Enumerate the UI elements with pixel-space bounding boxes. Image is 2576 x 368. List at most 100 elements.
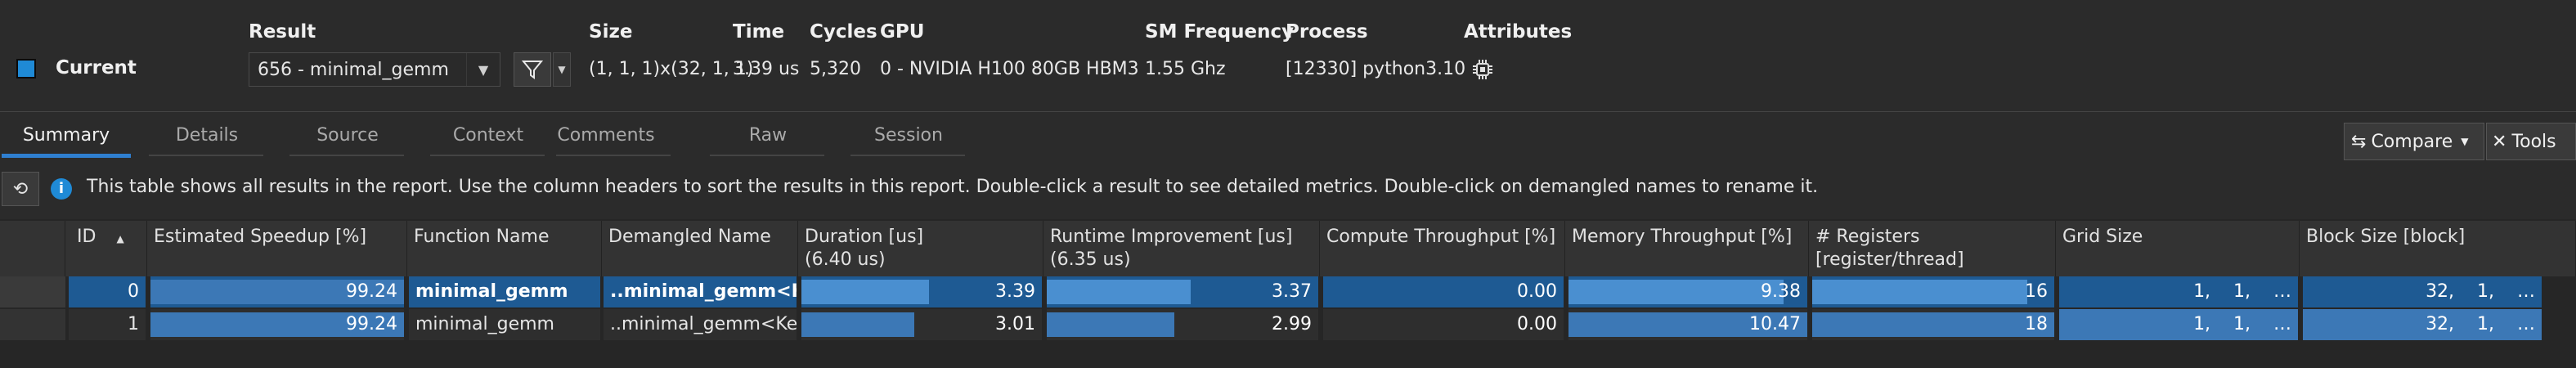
compare-label: Compare (2371, 131, 2453, 152)
col-header-runtime[interactable]: Runtime Improvement [us] (6.35 us) (1043, 221, 1320, 276)
active-tab-indicator (2, 154, 131, 158)
col-header-memory[interactable]: Memory Throughput [%] (1565, 221, 1809, 276)
current-color-swatch (16, 59, 36, 79)
duration-bar (801, 312, 914, 337)
info-icon: i (51, 178, 72, 200)
col-header-function[interactable]: Function Name (407, 221, 602, 276)
result-dropdown[interactable]: 656 - minimal_gemm ▼ (249, 52, 500, 87)
cell-runtime[interactable]: 2.99 (1047, 309, 1318, 340)
refresh-button[interactable]: ⟲ (2, 172, 39, 206)
tab-session[interactable]: Session (842, 121, 975, 154)
table-row[interactable]: 1 99.24 minimal_gemm ..minimal_gemm<Ke… … (0, 309, 2576, 340)
attributes-label: Attributes (1464, 21, 1573, 43)
cell-compute[interactable]: 0.00 (1323, 309, 1564, 340)
time-value: 3.39 us (733, 59, 800, 79)
cell-compute-value: 0.00 (1517, 314, 1557, 334)
col-header-id[interactable]: ID ▲ (65, 221, 147, 276)
cell-runtime-value: 2.99 (1272, 314, 1312, 334)
process-label: Process (1286, 21, 1368, 43)
cell-memory[interactable]: 10.47 (1568, 309, 1807, 340)
col-header-registers-label: # Registers [register/thread] (1815, 227, 1964, 270)
row-header[interactable] (0, 276, 65, 307)
col-header-compute-label: Compute Throughput [%] (1326, 227, 1556, 247)
cell-duration-value: 3.01 (995, 314, 1035, 334)
cell-runtime[interactable]: 3.37 (1047, 276, 1318, 307)
process-value: [12330] python3.10 (1286, 59, 1466, 79)
cell-duration[interactable]: 3.01 (801, 309, 1042, 340)
table-row[interactable]: 0 99.24 minimal_gemm ..minimal_gemm<K… 3… (0, 276, 2576, 307)
sm-frequency-label: SM Frequency (1145, 21, 1295, 43)
col-header-function-label: Function Name (414, 227, 550, 247)
result-dropdown-value: 656 - minimal_gemm (258, 59, 449, 80)
compare-button[interactable]: ⇆ Compare ▼ (2344, 123, 2484, 160)
chevron-down-icon[interactable]: ▼ (466, 53, 500, 86)
registers-bar (1812, 312, 2054, 337)
size-label: Size (589, 21, 633, 43)
cell-registers-value: 18 (2025, 314, 2048, 334)
cell-grid-size[interactable]: 1, 1, … (2059, 309, 2298, 340)
cell-duration-value: 3.39 (995, 281, 1035, 302)
tab-raw[interactable]: Raw (702, 121, 834, 154)
col-header-demangled[interactable]: Demangled Name (602, 221, 798, 276)
tab-source[interactable]: Source (281, 121, 414, 154)
filter-button[interactable] (514, 52, 551, 87)
cell-registers-value: 16 (2025, 281, 2048, 302)
col-header-registers[interactable]: # Registers [register/thread] (1809, 221, 2056, 276)
col-header-block-size-label: Block Size [block] (2306, 227, 2466, 247)
tab-summary[interactable]: Summary (0, 121, 132, 154)
row-header-corner (0, 221, 65, 276)
col-header-id-label: ID (77, 227, 96, 247)
cell-id[interactable]: 1 (69, 309, 146, 340)
sort-ascending-icon: ▲ (116, 233, 124, 245)
cell-speedup-value: 99.24 (346, 281, 397, 302)
col-header-duration-total: (6.40 us) (805, 249, 886, 270)
tab-divider (850, 155, 965, 156)
col-header-grid-size[interactable]: Grid Size (2056, 221, 2300, 276)
gpu-value: 0 - NVIDIA H100 80GB HBM3 (880, 59, 1139, 79)
sm-frequency-value: 1.55 Ghz (1145, 59, 1226, 79)
cycles-value: 5,320 (810, 59, 861, 79)
cell-memory[interactable]: 9.38 (1568, 276, 1807, 307)
col-header-compute[interactable]: Compute Throughput [%] (1320, 221, 1565, 276)
tab-divider (556, 155, 671, 156)
col-header-demangled-label: Demangled Name (608, 227, 771, 247)
tab-context[interactable]: Context (422, 121, 554, 154)
tab-comments[interactable]: Comments (540, 121, 672, 154)
filter-options-chevron-icon[interactable]: ▼ (553, 52, 571, 87)
col-header-duration-label: Duration [us] (805, 227, 924, 247)
cell-id[interactable]: 0 (69, 276, 146, 307)
cell-block-size[interactable]: 32, 1, … (2303, 276, 2542, 307)
cell-registers[interactable]: 18 (1812, 309, 2054, 340)
time-label: Time (733, 21, 785, 43)
refresh-icon: ⟲ (12, 178, 29, 200)
col-header-grid-size-label: Grid Size (2062, 227, 2143, 247)
col-header-speedup[interactable]: Estimated Speedup [%] (147, 221, 407, 276)
result-label: Result (249, 21, 316, 43)
cell-function[interactable]: minimal_gemm (409, 309, 600, 340)
cell-compute[interactable]: 0.00 (1323, 276, 1564, 307)
col-header-speedup-label: Estimated Speedup [%] (154, 227, 367, 247)
cell-duration[interactable]: 3.39 (801, 276, 1042, 307)
cell-block-size[interactable]: 32, 1, … (2303, 309, 2542, 340)
cell-compute-value: 0.00 (1517, 281, 1557, 302)
tab-details[interactable]: Details (141, 121, 273, 154)
filter-icon (521, 61, 544, 79)
cell-demangled[interactable]: ..minimal_gemm<Ke… (604, 309, 797, 340)
cell-memory-value: 9.38 (1761, 281, 1801, 302)
col-header-runtime-label: Runtime Improvement [us] (1050, 227, 1293, 247)
chip-icon[interactable] (1470, 57, 1495, 82)
cell-speedup[interactable]: 99.24 (150, 276, 404, 307)
tools-button[interactable]: ✕ Tools (2486, 123, 2576, 160)
cell-function[interactable]: minimal_gemm (409, 276, 600, 307)
tab-divider (430, 155, 545, 156)
cell-memory-value: 10.47 (1749, 314, 1801, 334)
row-header[interactable] (0, 309, 65, 340)
col-header-block-size[interactable]: Block Size [block] (2300, 221, 2576, 276)
info-text: This table shows all results in the repo… (87, 177, 1819, 197)
cell-grid-size[interactable]: 1, 1, … (2059, 276, 2298, 307)
chevron-down-icon: ▼ (2461, 136, 2469, 147)
cell-speedup[interactable]: 99.24 (150, 309, 404, 340)
cell-demangled[interactable]: ..minimal_gemm<K… (604, 276, 797, 307)
cell-registers[interactable]: 16 (1812, 276, 2054, 307)
col-header-duration[interactable]: Duration [us] (6.40 us) (798, 221, 1043, 276)
